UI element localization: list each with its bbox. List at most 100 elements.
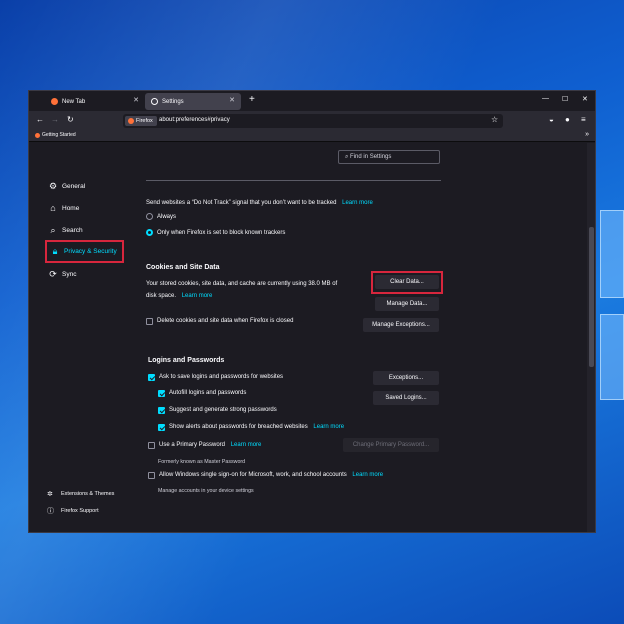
reload-icon[interactable]: ↻ <box>67 115 74 124</box>
sidebar-item-privacy-security[interactable]: 🔒︎ Privacy & Security <box>45 240 124 263</box>
sidebar-footer-support[interactable]: ⓘ Firefox Support <box>47 506 99 516</box>
identity-label: Firefox <box>136 118 153 124</box>
sidebar-footer-extensions[interactable]: ✲ Extensions & Themes <box>47 490 114 498</box>
find-in-settings-input[interactable]: ⌕ Find in Settings <box>338 150 440 164</box>
new-tab-button[interactable]: + <box>249 94 255 105</box>
help-icon: ⓘ <box>47 508 54 515</box>
change-primary-password-button[interactable]: Change Primary Password... <box>343 438 439 452</box>
windows-sso-text: Allow Windows single sign-on for Microso… <box>159 472 347 478</box>
gear-icon: ⚙ <box>48 180 58 191</box>
alerts-learn-more-link[interactable]: Learn more <box>313 424 344 430</box>
lock-icon: 🔒︎ <box>52 246 58 256</box>
menu-icon[interactable]: ≡ <box>581 115 586 124</box>
dnt-only-radio[interactable] <box>146 229 153 236</box>
firefox-window: New Tab ✕ Settings ✕ + — ☐ ✕ ← → ↻ Firef… <box>28 90 596 533</box>
delete-on-close-checkbox[interactable] <box>146 318 153 325</box>
sidebar-item-label: Sync <box>62 270 77 278</box>
windows-logo-decoration <box>596 210 624 500</box>
primary-learn-more-link[interactable]: Learn more <box>231 442 262 448</box>
suggest-label: Suggest and generate strong passwords <box>169 407 277 413</box>
tab-bar: New Tab ✕ Settings ✕ + — ☐ ✕ <box>29 91 595 111</box>
bookmark-getting-started[interactable]: Getting Started <box>35 132 76 138</box>
forward-icon[interactable]: → <box>51 115 59 124</box>
footer-label: Extensions & Themes <box>61 491 115 497</box>
tab-new-tab[interactable]: New Tab ✕ <box>45 93 145 110</box>
sidebar-item-label: Privacy & Security <box>64 248 117 255</box>
tab-label: Settings <box>162 98 184 105</box>
tab-settings[interactable]: Settings ✕ <box>145 93 241 110</box>
sso-learn-more-link[interactable]: Learn more <box>352 472 383 478</box>
cookies-desc-line1: Your stored cookies, site data, and cach… <box>146 281 338 287</box>
dnt-learn-more-link[interactable]: Learn more <box>342 200 373 206</box>
dnt-only-label: Only when Firefox is set to block known … <box>157 230 286 236</box>
bookmark-star-icon[interactable]: ☆ <box>491 115 498 124</box>
url-bar[interactable]: Firefox about:preferences#privacy <box>123 114 503 128</box>
sidebar-item-label: Home <box>62 204 80 212</box>
sidebar-item-home[interactable]: ⌂ Home <box>47 201 79 215</box>
account-icon[interactable]: ● <box>565 115 570 124</box>
puzzle-icon: ✲ <box>47 491 53 498</box>
manage-data-button[interactable]: Manage Data... <box>375 297 439 311</box>
scrollbar-thumb[interactable] <box>589 227 594 367</box>
settings-content: ⌕ Find in Settings ⚙ General ⌂ Home ⌕ Se… <box>29 143 595 532</box>
tab-label: New Tab <box>62 98 86 105</box>
clear-data-highlight <box>371 271 443 294</box>
saved-logins-button[interactable]: Saved Logins... <box>373 391 439 405</box>
search-placeholder: Find in Settings <box>350 154 392 160</box>
gear-icon <box>151 98 158 105</box>
exceptions-button[interactable]: Exceptions... <box>373 371 439 385</box>
bookmark-label: Getting Started <box>42 132 76 138</box>
autofill-label: Autofill logins and passwords <box>169 390 247 396</box>
suggest-checkbox[interactable] <box>158 407 165 414</box>
home-icon: ⌂ <box>50 203 56 213</box>
sso-sub-note: Manage accounts in your device settings <box>158 488 254 494</box>
pocket-icon[interactable]: ◒ <box>549 115 554 124</box>
dnt-always-label: Always <box>157 214 177 220</box>
search-icon: ⌕ <box>50 224 56 235</box>
windows-sso-label: Allow Windows single sign-on for Microso… <box>159 472 383 478</box>
identity-box[interactable]: Firefox <box>125 116 157 126</box>
chevron-right-icon[interactable]: » <box>585 131 589 138</box>
close-window-icon[interactable]: ✕ <box>582 95 588 103</box>
primary-password-text: Use a Primary Password <box>159 442 226 448</box>
sidebar-item-label: General <box>62 182 86 190</box>
logins-heading: Logins and Passwords <box>148 357 225 364</box>
dnt-text: Send websites a “Do Not Track” signal th… <box>146 200 337 206</box>
autofill-checkbox[interactable] <box>158 390 165 397</box>
sidebar-item-label: Search <box>62 226 83 234</box>
cookies-heading: Cookies and Site Data <box>146 264 220 271</box>
nav-bar: ← → ↻ Firefox about:preferences#privacy … <box>29 111 595 131</box>
primary-password-checkbox[interactable] <box>148 442 155 449</box>
sidebar-item-sync[interactable]: ⟳ Sync <box>47 267 76 281</box>
footer-label: Firefox Support <box>61 508 99 514</box>
dnt-always-radio[interactable] <box>146 213 153 220</box>
manage-exceptions-button[interactable]: Manage Exceptions... <box>363 318 439 332</box>
firefox-icon <box>128 118 134 124</box>
sidebar-item-general[interactable]: ⚙ General <box>47 179 85 193</box>
maximize-icon[interactable]: ☐ <box>562 95 568 103</box>
ask-save-checkbox[interactable] <box>148 374 155 381</box>
content-scrollbar[interactable] <box>587 143 595 532</box>
firefox-icon <box>35 132 40 138</box>
close-icon[interactable]: ✕ <box>133 96 139 104</box>
cookies-desc-text: disk space. <box>146 293 177 299</box>
bookmarks-toolbar: Getting Started » <box>29 131 595 142</box>
close-icon[interactable]: ✕ <box>229 96 235 104</box>
minimize-icon[interactable]: — <box>542 95 549 102</box>
windows-sso-checkbox[interactable] <box>148 472 155 479</box>
alerts-checkbox[interactable] <box>158 424 165 431</box>
alerts-label: Show alerts about passwords for breached… <box>169 424 344 430</box>
primary-password-label: Use a Primary Password Learn more <box>159 442 261 448</box>
alerts-text: Show alerts about passwords for breached… <box>169 424 308 430</box>
firefox-icon <box>51 98 58 105</box>
sidebar-item-search[interactable]: ⌕ Search <box>47 223 83 237</box>
cookies-learn-more-link[interactable]: Learn more <box>182 293 213 299</box>
dnt-description: Send websites a “Do Not Track” signal th… <box>146 200 373 206</box>
section-divider <box>146 180 441 181</box>
cookies-desc-line2: disk space. Learn more <box>146 293 212 299</box>
ask-save-label: Ask to save logins and passwords for web… <box>159 374 284 380</box>
url-text: about:preferences#privacy <box>159 117 230 123</box>
formerly-master-password-note: Formerly known as Master Password <box>158 459 246 465</box>
sync-icon: ⟳ <box>49 268 57 279</box>
back-icon[interactable]: ← <box>36 115 44 124</box>
